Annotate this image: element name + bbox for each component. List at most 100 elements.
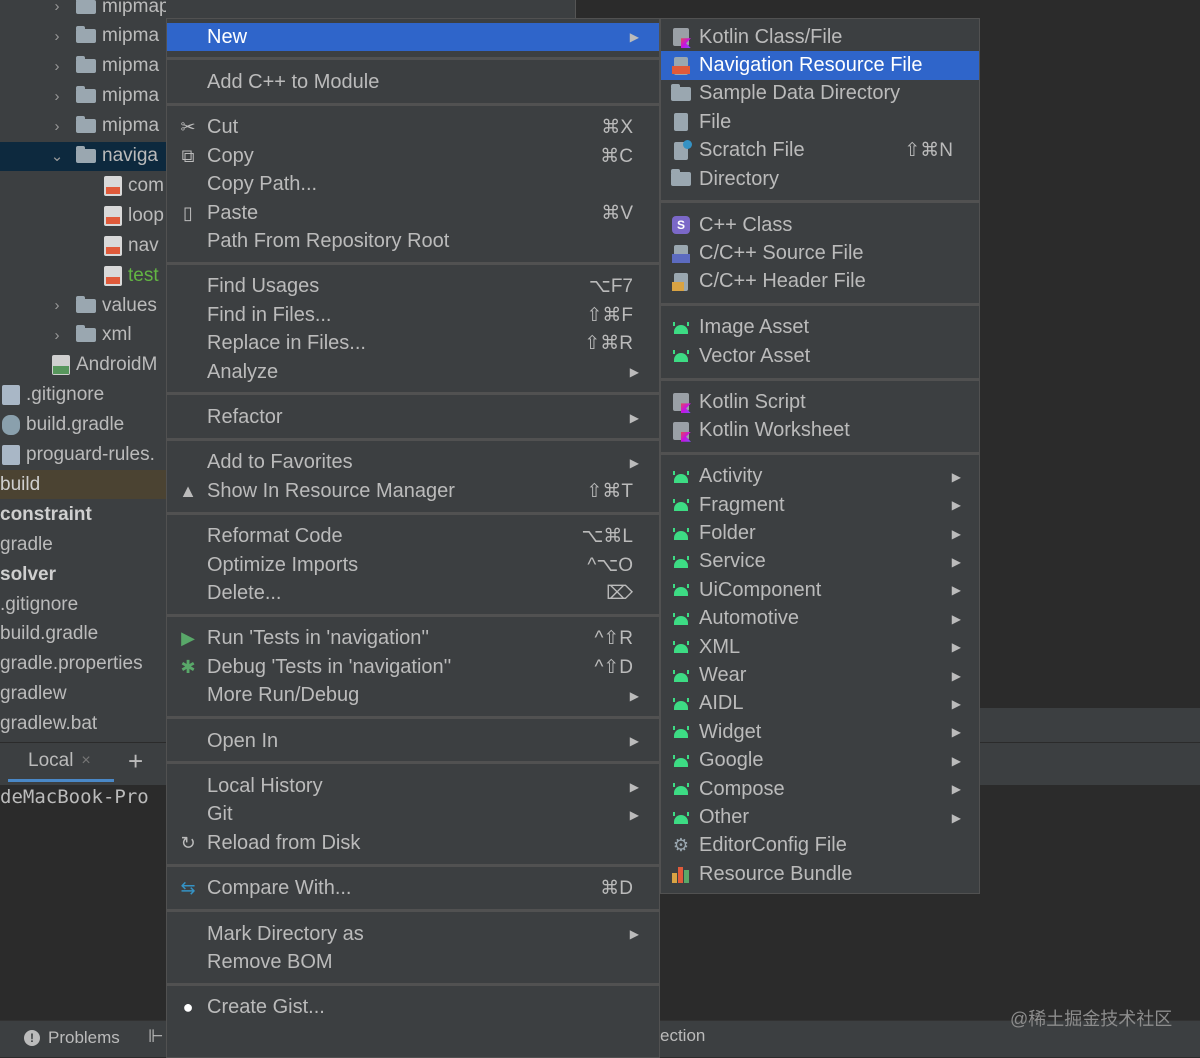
menu-item-label: Other [699,806,750,829]
menu-item-open-in[interactable]: Open In ▶ [167,727,659,755]
tree-item[interactable]: constraint [0,500,166,529]
new-item-aidl[interactable]: AIDL ▶ [661,690,979,718]
new-item-wear[interactable]: Wear ▶ [661,661,979,689]
tree-item[interactable]: nav [0,231,166,260]
menu-item-more-run-debug[interactable]: More Run/Debug ▶ [167,682,659,710]
menu-item-new[interactable]: New ▶ [167,23,659,52]
file-icon [104,175,122,196]
menu-item-delete[interactable]: Delete... ⌦ [167,579,659,607]
tree-item[interactable]: › values [0,291,166,320]
tree-item[interactable]: .gitignore [0,381,166,410]
chevron-right-icon[interactable]: › [50,118,64,135]
menu-separator [167,261,659,265]
tree-item[interactable]: ⌄ naviga [0,141,166,171]
new-item-xml[interactable]: XML ▶ [661,633,979,661]
menu-item-create-gist[interactable]: ● Create Gist... [167,994,659,1022]
android-icon [670,551,692,573]
tree-item[interactable]: build [0,470,166,500]
problems-tool-button[interactable]: ! Problems [24,1024,120,1052]
menu-item-remove-bom[interactable]: Remove BOM [167,948,659,976]
new-item-vector-asset[interactable]: Vector Asset [661,342,979,370]
chevron-right-icon[interactable]: › [50,28,64,45]
menu-item-copy[interactable]: ⧉ Copy ⌘C [167,142,659,170]
new-item-kotlin-script[interactable]: Kotlin Script [661,388,979,416]
new-item-google[interactable]: Google ▶ [661,747,979,775]
menu-item-reload-from-disk[interactable]: ↻ Reload from Disk [167,829,659,857]
new-item-file[interactable]: File [661,108,979,136]
terminal-tab-local[interactable]: Local × [8,742,114,782]
tree-item[interactable]: gradlew [0,680,166,709]
menu-item-show-in-resource-manager[interactable]: ▲ Show In Resource Manager ⇧⌘T [167,477,659,505]
chevron-down-icon[interactable]: ⌄ [50,147,64,165]
menu-separator [167,716,659,719]
new-item-kotlin-class-file[interactable]: Kotlin Class/File [661,23,979,51]
tree-item[interactable]: › xml [0,321,166,350]
menu-item-reformat-code[interactable]: Reformat Code ⌥⌘L [167,523,659,551]
tree-item[interactable]: gradle.properties [0,650,166,679]
new-item-service[interactable]: Service ▶ [661,548,979,576]
menu-item-cut[interactable]: ✂ Cut ⌘X [167,114,659,142]
tree-item[interactable]: › mipmap-hdpi [0,0,166,21]
chevron-right-icon[interactable]: › [50,0,64,15]
tree-item[interactable]: loop [0,201,166,230]
new-item-c-c-header-file[interactable]: C/C++ Header File [661,268,979,296]
new-item-c-c-source-file[interactable]: C/C++ Source File [661,239,979,267]
menu-item-find-in-files[interactable]: Find in Files... ⇧⌘F [167,301,659,329]
tree-item[interactable]: build.gradle [0,620,166,649]
tree-item[interactable]: .gitignore [0,590,166,619]
menu-item-analyze[interactable]: Analyze ▶ [167,358,659,386]
menu-item-git[interactable]: Git ▶ [167,801,659,829]
menu-item-optimize-imports[interactable]: Optimize Imports ^⌥O [167,551,659,579]
chevron-right-icon[interactable]: › [50,88,64,105]
menu-item-local-history[interactable]: Local History ▶ [167,772,659,800]
chevron-right-icon[interactable]: › [50,58,64,75]
tree-item[interactable]: › mipma [0,52,166,81]
new-item-navigation-resource-file[interactable]: Navigation Resource File [661,51,979,80]
new-item-activity[interactable]: Activity ▶ [661,463,979,491]
new-item-automotive[interactable]: Automotive ▶ [661,605,979,633]
menu-item-refactor[interactable]: Refactor ▶ [167,403,659,431]
new-item-kotlin-worksheet[interactable]: Kotlin Worksheet [661,417,979,445]
menu-item-add-c-to-module[interactable]: Add C++ to Module [167,68,659,96]
add-terminal-button[interactable]: + [128,748,143,774]
tree-item[interactable]: proguard-rules. [0,441,166,470]
tree-item[interactable]: gradlew.bat [0,710,166,739]
tree-item[interactable]: com [0,171,166,200]
tree-item[interactable]: test [0,261,166,290]
git-branch-icon[interactable]: ⊩ [148,1026,164,1047]
tree-item[interactable]: solver [0,560,166,589]
tree-item[interactable]: build.gradle [0,411,166,440]
new-item-scratch-file[interactable]: Scratch File ⇧⌘N [661,137,979,165]
menu-item-add-to-favorites[interactable]: Add to Favorites ▶ [167,449,659,477]
menu-item-label: Run 'Tests in 'navigation'' [207,627,430,650]
new-item-c-class[interactable]: S C++ Class [661,211,979,239]
menu-item-debug-tests-in-navigation[interactable]: ✱ Debug 'Tests in 'navigation'' ^⇧D [167,653,659,681]
menu-item-run-tests-in-navigation[interactable]: ▶ Run 'Tests in 'navigation'' ^⇧R [167,625,659,653]
tree-item[interactable]: gradle [0,530,166,559]
tree-item[interactable]: › mipma [0,22,166,51]
new-item-image-asset[interactable]: Image Asset [661,314,979,342]
tree-item[interactable]: › mipma [0,112,166,141]
tree-item[interactable]: AndroidM [0,351,166,380]
new-item-editorconfig-file[interactable]: ⚙ EditorConfig File [661,832,979,860]
new-item-fragment[interactable]: Fragment ▶ [661,491,979,519]
new-item-other[interactable]: Other ▶ [661,803,979,831]
tree-item[interactable]: › mipma [0,82,166,111]
chevron-right-icon[interactable]: › [50,297,64,314]
new-item-sample-data-directory[interactable]: Sample Data Directory [661,80,979,108]
menu-item-mark-directory-as[interactable]: Mark Directory as ▶ [167,920,659,948]
new-item-uicomponent[interactable]: UiComponent ▶ [661,576,979,604]
new-item-resource-bundle[interactable]: Resource Bundle [661,860,979,888]
new-item-compose[interactable]: Compose ▶ [661,775,979,803]
chevron-right-icon[interactable]: › [50,327,64,344]
menu-item-replace-in-files[interactable]: Replace in Files... ⇧⌘R [167,330,659,358]
menu-item-copy-path[interactable]: Copy Path... [167,171,659,199]
new-item-folder[interactable]: Folder ▶ [661,519,979,547]
menu-item-compare-with[interactable]: ⇆ Compare With... ⌘D [167,875,659,903]
menu-item-find-usages[interactable]: Find Usages ⌥F7 [167,273,659,301]
menu-item-paste[interactable]: ▯ Paste ⌘V [167,199,659,227]
close-icon[interactable]: × [81,752,90,770]
menu-item-path-from-repository-root[interactable]: Path From Repository Root [167,227,659,255]
new-item-directory[interactable]: Directory [661,165,979,193]
new-item-widget[interactable]: Widget ▶ [661,718,979,746]
